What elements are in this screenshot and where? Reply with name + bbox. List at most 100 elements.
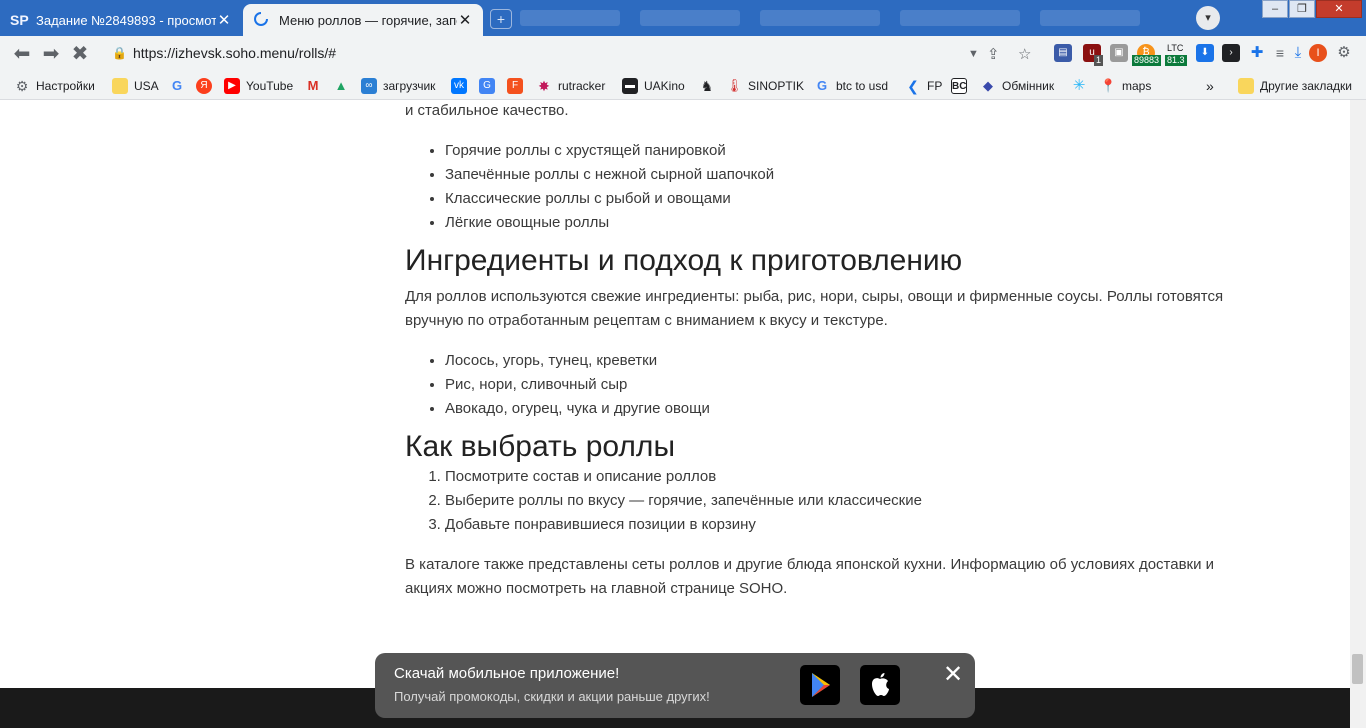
banner-title: Скачай мобильное приложение! xyxy=(394,665,620,682)
seo-article: и стабильное качество. Горячие роллы с х… xyxy=(405,100,1235,601)
plus-icon[interactable]: + xyxy=(490,9,512,29)
lock-icon[interactable]: 🔒 xyxy=(112,46,127,60)
background-tab[interactable] xyxy=(640,10,740,26)
minimize-icon[interactable]: – xyxy=(1262,0,1288,18)
bookmark-settings[interactable]: ⚙ Настройки xyxy=(14,72,95,100)
ingredients-list: Лосось, угорь, тунец, креветки Рис, нори… xyxy=(405,349,1235,421)
list-item: Классические роллы с рыбой и овощами xyxy=(445,187,1235,211)
downloads-icon[interactable]: ⤓ xyxy=(1289,44,1307,62)
star-icon[interactable]: ☆ xyxy=(1018,45,1031,63)
bookmark-sinoptik[interactable]: 🌡 SINOPTIK xyxy=(726,72,804,100)
vk-icon: vk xyxy=(451,78,467,94)
mail-badge: 1 xyxy=(1094,55,1104,66)
google-icon: G xyxy=(816,78,828,93)
close-icon[interactable]: ✕ xyxy=(457,11,473,29)
drive-icon: ▲ xyxy=(334,78,348,93)
tab-task[interactable]: SP Задание №2849893 - просмотр з ✕ xyxy=(0,4,242,36)
gmail-icon: M xyxy=(307,78,319,93)
background-tab[interactable] xyxy=(760,10,880,26)
steps-list: Посмотрите состав и описание роллов Выбе… xyxy=(405,465,1235,537)
google-play-icon[interactable] xyxy=(800,665,840,705)
list-item: Посмотрите состав и описание роллов xyxy=(445,465,1235,489)
bookmark-gmail[interactable]: M xyxy=(305,72,327,100)
bookmark-chess[interactable]: ♞ xyxy=(699,72,721,100)
share-icon[interactable]: ⇪ xyxy=(987,45,1000,63)
background-tab[interactable] xyxy=(520,10,620,26)
gear-icon[interactable]: ⚙ xyxy=(1335,44,1353,62)
apple-icon[interactable] xyxy=(860,665,900,705)
bookmark-drive[interactable]: ▲ xyxy=(333,72,355,100)
ltc-label: LTC xyxy=(1167,43,1184,53)
bookmark-youtube[interactable]: ▶ YouTube xyxy=(224,72,293,100)
maximize-icon[interactable]: ❐ xyxy=(1289,0,1315,18)
section-paragraph: В каталоге также представлены сеты ролло… xyxy=(405,556,1215,597)
infinity-icon: ∞ xyxy=(361,78,377,94)
tab-rolls-menu[interactable]: Меню роллов — горячие, запечё ✕ xyxy=(243,4,483,36)
url-text[interactable]: https://izhevsk.soho.menu/rolls/# xyxy=(133,45,336,61)
download-icon[interactable]: ⬇ xyxy=(1196,44,1214,62)
us-flag-icon[interactable]: ▤ xyxy=(1054,44,1072,62)
dropdown-arrow-icon[interactable]: ▼ xyxy=(968,48,979,60)
background-tab[interactable] xyxy=(1040,10,1140,26)
bookmark-yandex[interactable]: Я xyxy=(196,72,218,100)
folder-icon xyxy=(1238,78,1254,94)
bookmark-maps[interactable]: 📍 maps xyxy=(1100,72,1151,100)
list-item: Горячие роллы с хрустящей панировкой xyxy=(445,139,1235,163)
loading-spinner-icon xyxy=(253,11,271,30)
fp-icon: ❮ xyxy=(907,78,919,94)
list-item: Лёгкие овощные роллы xyxy=(445,211,1235,235)
list-item: Лосось, угорь, тунец, креветки xyxy=(445,349,1235,373)
bookmark-f[interactable]: F xyxy=(507,72,529,100)
btc-price-badge: 89883 xyxy=(1132,55,1162,66)
bookmark-star[interactable]: ✳ xyxy=(1071,72,1093,100)
bookmarks-overflow-button[interactable]: » xyxy=(1206,72,1214,100)
maps-icon: 📍 xyxy=(1100,78,1117,93)
briefcase-icon[interactable]: ▣ xyxy=(1110,44,1128,62)
ltc-price-badge: 81.3 xyxy=(1165,55,1187,66)
star-icon: ✳ xyxy=(1072,77,1086,94)
background-tab[interactable] xyxy=(900,10,1020,26)
terminal-icon[interactable]: › xyxy=(1222,44,1240,62)
stop-icon[interactable]: ✖ xyxy=(68,43,92,65)
list-item: Выберите роллы по вкусу — горячие, запеч… xyxy=(445,489,1235,513)
avatar[interactable]: I xyxy=(1309,44,1327,62)
close-icon[interactable]: ✕ xyxy=(216,11,232,29)
back-arrow-icon[interactable]: ⬅ xyxy=(10,43,34,65)
google-icon: G xyxy=(171,78,183,93)
bookmark-uakino[interactable]: ▬ UAKino xyxy=(622,72,685,100)
youtube-icon: ▶ xyxy=(224,78,240,94)
chevron-down-icon[interactable]: ▾ xyxy=(1196,6,1220,30)
bookmark-fp[interactable]: ❮ FP xyxy=(905,72,942,100)
gear-icon: ⚙ xyxy=(15,78,29,94)
playlist-icon[interactable]: ≡ xyxy=(1271,44,1289,62)
bookmark-loader[interactable]: ∞ загрузчик xyxy=(361,72,435,100)
uakino-icon: ▬ xyxy=(622,78,638,94)
banner-subtitle: Получай промокоды, скидки и акции раньше… xyxy=(394,689,710,704)
bookmark-vk[interactable]: vk xyxy=(451,72,473,100)
section-heading: Как выбрать роллы xyxy=(405,430,675,463)
bookmark-google[interactable]: G xyxy=(169,72,191,100)
bookmark-usa[interactable]: USA xyxy=(112,72,159,100)
bookmark-bc[interactable]: BC xyxy=(951,72,973,100)
translate-icon: G xyxy=(479,78,495,94)
bookmark-rutracker[interactable]: ✸ rutracker xyxy=(536,72,605,100)
tab-title: Меню роллов — горячие, запечё xyxy=(279,12,457,28)
list-item: Добавьте понравившиеся позиции в корзину xyxy=(445,513,1235,537)
forward-arrow-icon[interactable]: ➡ xyxy=(39,43,63,65)
tab-title: Задание №2849893 - просмотр з xyxy=(36,12,216,28)
rolls-types-list: Горячие роллы с хрустящей панировкой Зап… xyxy=(405,139,1235,235)
thermometer-icon: 🌡 xyxy=(726,78,743,93)
exchange-icon: ◆ xyxy=(983,78,993,93)
bookmark-translate[interactable]: G xyxy=(479,72,501,100)
scrollbar-thumb[interactable] xyxy=(1352,654,1363,684)
bookmark-exchange[interactable]: ◆ Обмінник xyxy=(980,72,1054,100)
scrollbar[interactable] xyxy=(1350,100,1366,728)
close-icon[interactable]: ✕ xyxy=(1316,0,1362,18)
folder-icon xyxy=(112,78,128,94)
sp-favicon: SP xyxy=(10,12,29,28)
other-bookmarks[interactable]: Другие закладки xyxy=(1238,72,1352,100)
bookmark-btc-to-usd[interactable]: Gbtc to usd xyxy=(814,72,888,100)
list-item: Запечённые роллы с нежной сырной шапочко… xyxy=(445,163,1235,187)
close-icon[interactable]: ✕ xyxy=(942,663,964,687)
puzzle-icon[interactable]: ✚ xyxy=(1248,44,1266,62)
